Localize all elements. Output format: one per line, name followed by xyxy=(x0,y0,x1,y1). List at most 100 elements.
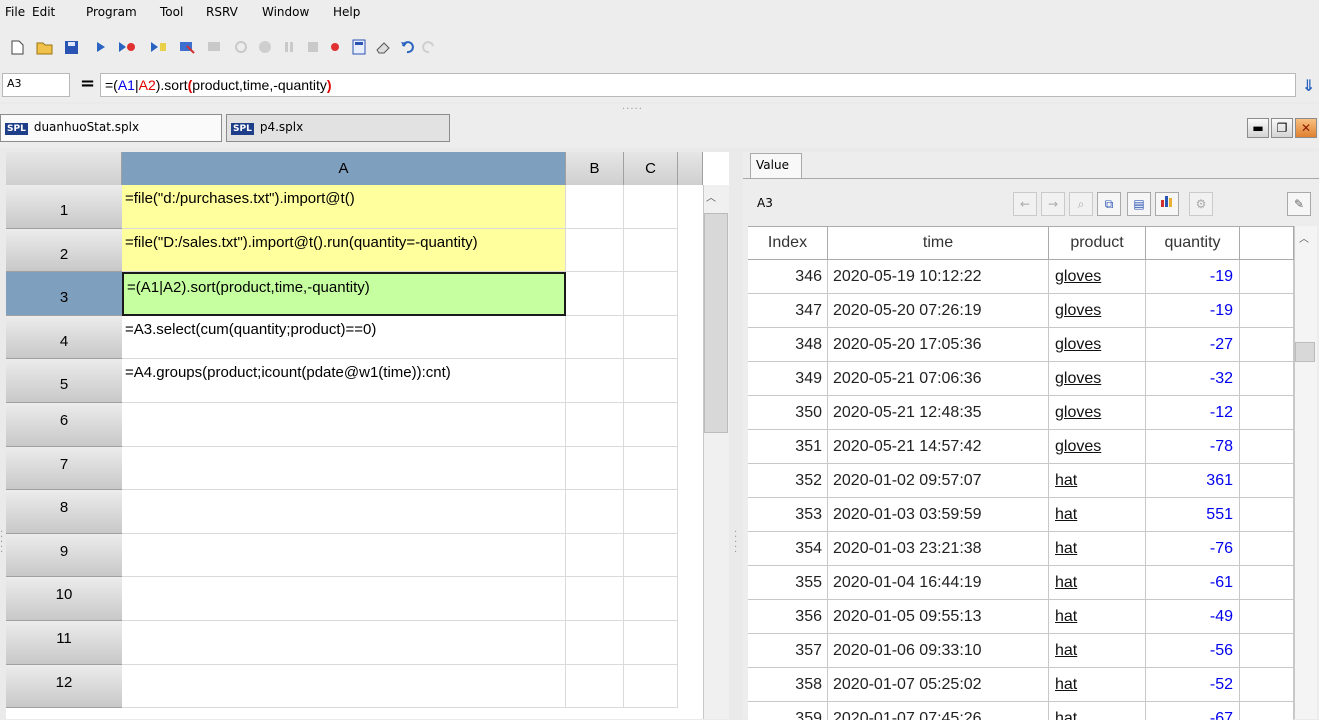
left-splitter-grip[interactable]: · · · · · xyxy=(0,528,3,558)
column-header-b[interactable]: B xyxy=(566,152,624,185)
value-cell-quantity[interactable]: -78 xyxy=(1146,430,1240,464)
cell-a1[interactable]: =file("d:/purchases.txt").import@t() xyxy=(122,185,566,229)
menu-file[interactable]: File xyxy=(5,5,25,19)
value-cell-time[interactable]: 2020-01-03 03:59:59 xyxy=(828,498,1049,532)
row-header[interactable]: 11 xyxy=(6,621,122,665)
value-cell-index[interactable]: 346 xyxy=(748,260,828,294)
row-header[interactable]: 10 xyxy=(6,577,122,621)
cell-c2[interactable] xyxy=(624,228,678,273)
cell-c9[interactable] xyxy=(624,533,678,578)
cell-c3[interactable] xyxy=(624,272,678,316)
value-cell-quantity[interactable]: -27 xyxy=(1146,328,1240,362)
value-cell-quantity[interactable]: -12 xyxy=(1146,396,1240,430)
value-cell-time[interactable]: 2020-05-19 10:12:22 xyxy=(828,260,1049,294)
cell-a2[interactable]: =file("D:/sales.txt").import@t().run(qua… xyxy=(122,228,566,273)
cell-reference-box[interactable]: A3 xyxy=(2,73,70,97)
settings-icon[interactable]: ⚙ xyxy=(1189,192,1213,216)
cell-a11[interactable] xyxy=(122,621,566,665)
menu-window[interactable]: Window xyxy=(262,5,309,19)
value-cell-time[interactable]: 2020-01-06 09:33:10 xyxy=(828,634,1049,668)
value-cell-product[interactable]: hat xyxy=(1049,668,1146,702)
step-into-icon[interactable] xyxy=(232,38,250,56)
product-link[interactable]: gloves xyxy=(1055,302,1101,319)
product-link[interactable]: hat xyxy=(1055,676,1077,693)
value-cell-index[interactable]: 352 xyxy=(748,464,828,498)
menu-help[interactable]: Help xyxy=(333,5,360,19)
run-icon[interactable] xyxy=(92,38,110,56)
scroll-up-icon[interactable]: ︿ xyxy=(706,189,716,204)
value-cell-quantity[interactable]: -49 xyxy=(1146,600,1240,634)
value-cell-index[interactable]: 347 xyxy=(748,294,828,328)
product-link[interactable]: gloves xyxy=(1055,268,1101,285)
cell-c12[interactable] xyxy=(624,664,678,709)
value-cell-quantity[interactable]: -19 xyxy=(1146,260,1240,294)
value-cell-quantity[interactable]: -56 xyxy=(1146,634,1240,668)
value-cell-quantity[interactable]: -19 xyxy=(1146,294,1240,328)
restore-button[interactable]: ❐ xyxy=(1271,118,1293,138)
cell-a12[interactable] xyxy=(122,664,566,709)
value-cell-index[interactable]: 357 xyxy=(748,634,828,668)
cell-b7[interactable] xyxy=(566,446,624,491)
value-cell-index[interactable]: 354 xyxy=(748,532,828,566)
cell-b1[interactable] xyxy=(566,185,624,229)
cell-b5[interactable] xyxy=(566,359,624,403)
pause-icon[interactable] xyxy=(280,38,298,56)
value-cell-product[interactable]: gloves xyxy=(1049,430,1146,464)
cell-b6[interactable] xyxy=(566,403,624,447)
value-cell-index[interactable]: 353 xyxy=(748,498,828,532)
value-cell-time[interactable]: 2020-01-04 16:44:19 xyxy=(828,566,1049,600)
product-link[interactable]: hat xyxy=(1055,472,1077,489)
cell-c6[interactable] xyxy=(624,403,678,447)
column-header-c[interactable]: C xyxy=(624,152,678,185)
row-header[interactable]: 7 xyxy=(6,446,122,491)
value-cell-quantity[interactable]: 361 xyxy=(1146,464,1240,498)
cell-b10[interactable] xyxy=(566,577,624,621)
menu-rsrv[interactable]: RSRV xyxy=(206,5,238,19)
cell-b11[interactable] xyxy=(566,621,624,665)
cell-b4[interactable] xyxy=(566,315,624,360)
eraser-icon[interactable] xyxy=(374,38,392,56)
value-cell-product[interactable]: gloves xyxy=(1049,396,1146,430)
cell-c8[interactable] xyxy=(624,490,678,534)
value-cell-product[interactable]: hat xyxy=(1049,600,1146,634)
scroll-thumb[interactable] xyxy=(704,213,728,433)
product-link[interactable]: gloves xyxy=(1055,438,1101,455)
value-cell-quantity[interactable]: -32 xyxy=(1146,362,1240,396)
row-header[interactable]: 9 xyxy=(6,533,122,578)
undo-icon[interactable] xyxy=(398,38,416,56)
cell-c7[interactable] xyxy=(624,446,678,491)
formula-input[interactable]: =(A1|A2).sort(product,time,-quantity) xyxy=(100,73,1296,97)
save-icon[interactable] xyxy=(62,38,80,56)
value-cell-index[interactable]: 349 xyxy=(748,362,828,396)
value-cell-index[interactable]: 351 xyxy=(748,430,828,464)
new-file-icon[interactable] xyxy=(8,38,26,56)
value-cell-product[interactable]: gloves xyxy=(1049,294,1146,328)
pin-icon[interactable]: ✎ xyxy=(1287,192,1311,216)
value-cell-time[interactable]: 2020-01-03 23:21:38 xyxy=(828,532,1049,566)
cell-b9[interactable] xyxy=(566,533,624,578)
value-cell-quantity[interactable]: -76 xyxy=(1146,532,1240,566)
value-cell-product[interactable]: gloves xyxy=(1049,260,1146,294)
search-icon[interactable]: ⌕ xyxy=(1069,192,1093,216)
cell-a9[interactable] xyxy=(122,533,566,578)
circle-icon[interactable] xyxy=(256,38,274,56)
sheet-vertical-scrollbar[interactable]: ︿ xyxy=(703,185,729,719)
value-cell-index[interactable]: 356 xyxy=(748,600,828,634)
value-cell-time[interactable]: 2020-01-07 07:45:26 xyxy=(828,702,1049,720)
cell-c11[interactable] xyxy=(624,621,678,665)
open-folder-icon[interactable] xyxy=(36,38,54,56)
cell-a6[interactable] xyxy=(122,403,566,447)
chart-icon[interactable] xyxy=(1155,192,1179,216)
value-cell-index[interactable]: 358 xyxy=(748,668,828,702)
splitter-grip[interactable]: ····· xyxy=(622,104,643,115)
center-splitter-grip[interactable]: · · · · · xyxy=(734,528,737,558)
value-header-index[interactable]: Index xyxy=(748,227,828,260)
product-link[interactable]: hat xyxy=(1055,540,1077,557)
step-over-icon[interactable] xyxy=(206,38,224,56)
stop-icon[interactable] xyxy=(304,38,322,56)
value-cell-time[interactable]: 2020-05-21 07:06:36 xyxy=(828,362,1049,396)
row-header[interactable]: 8 xyxy=(6,490,122,534)
value-cell-index[interactable]: 355 xyxy=(748,566,828,600)
cell-a3[interactable]: =(A1|A2).sort(product,time,-quantity) xyxy=(122,272,566,316)
cell-b2[interactable] xyxy=(566,228,624,273)
